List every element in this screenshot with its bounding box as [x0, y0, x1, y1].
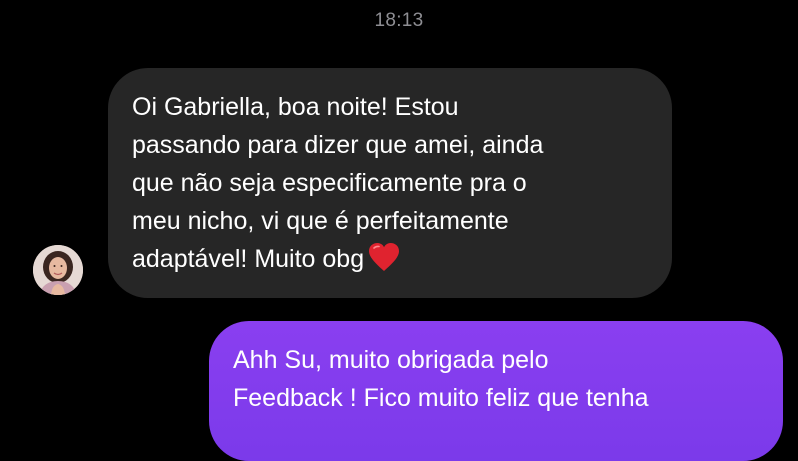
incoming-message-bubble[interactable]: Oi Gabriella, boa noite! Estou passando … [108, 68, 672, 298]
outgoing-message-bubble[interactable]: Ahh Su, muito obrigada pelo Feedback ! F… [209, 321, 783, 461]
message-line: Oi Gabriella, boa noite! Estou [132, 93, 459, 121]
message-timestamp: 18:13 [374, 10, 424, 31]
message-line: passando para dizer que amei, ainda [132, 131, 544, 159]
message-line: Ahh Su, muito obrigada pelo [233, 346, 549, 374]
sender-avatar[interactable] [33, 245, 83, 295]
message-line: que não seja especificamente pra o [132, 169, 527, 197]
red-heart-icon [368, 242, 400, 283]
message-line-text: adaptável! Muito obg [132, 245, 365, 273]
message-line: meu nicho, vi que é perfeitamente [132, 207, 509, 235]
message-line: Feedback ! Fico muito feliz que tenha [233, 384, 649, 412]
avatar-photo [33, 245, 83, 295]
message-line-last: adaptável! Muito obg [132, 240, 646, 283]
